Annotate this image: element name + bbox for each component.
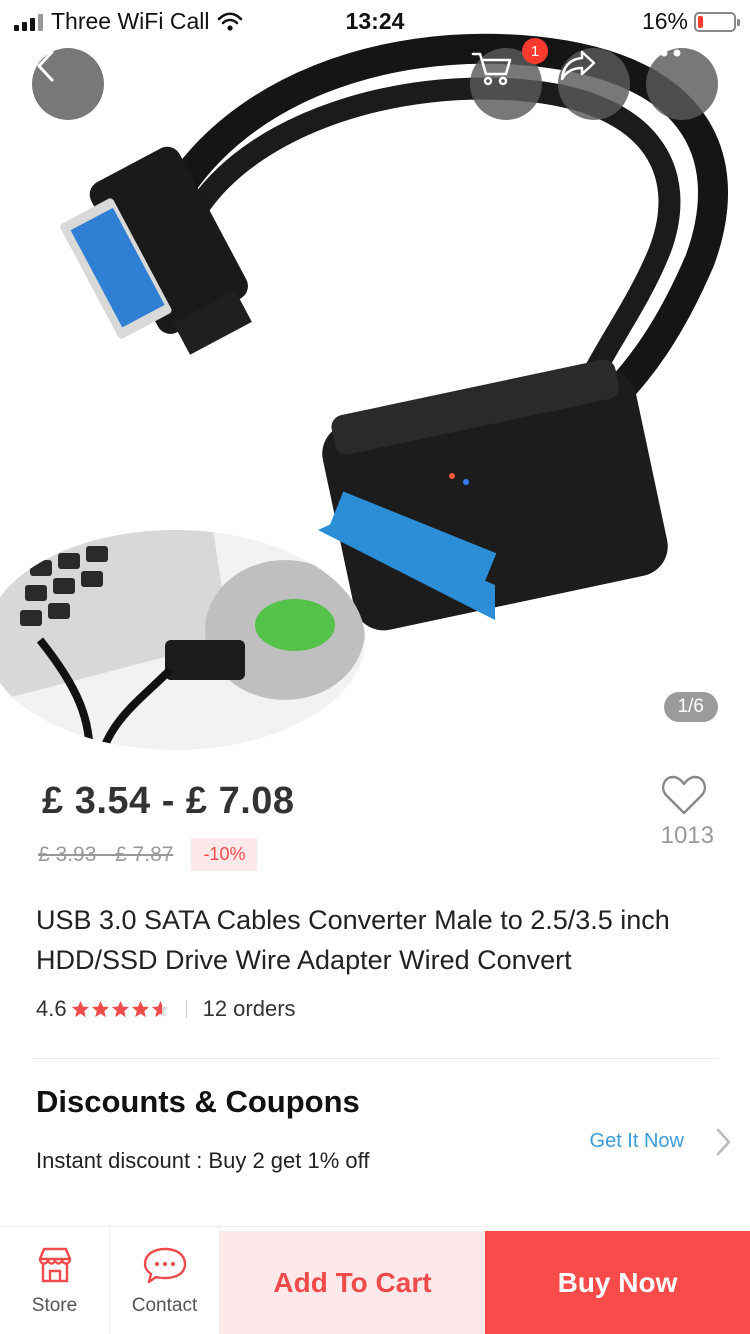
- rating-row[interactable]: 4.6 12 orders: [36, 996, 296, 1022]
- discount-badge: -10%: [191, 838, 258, 871]
- clock: 13:24: [345, 8, 405, 34]
- rating-value: 4.6: [36, 996, 67, 1021]
- back-button[interactable]: [32, 48, 104, 120]
- status-bar: Three WiFi Call 13:24 16%: [0, 0, 750, 40]
- add-to-cart-button[interactable]: Add To Cart: [220, 1231, 485, 1334]
- product-title: USB 3.0 SATA Cables Converter Male to 2.…: [36, 905, 670, 975]
- price-range: £ 3.54 - £ 7.08: [42, 780, 295, 822]
- battery-icon: [694, 11, 740, 32]
- contact-button[interactable]: Contact: [110, 1227, 220, 1334]
- cart-icon: [471, 52, 512, 86]
- orders-count: 12 orders: [202, 996, 296, 1021]
- original-price-row: £ 3.93 - £ 7.87 -10%: [38, 838, 258, 871]
- share-icon: [560, 50, 596, 81]
- cart-badge: 1: [522, 38, 548, 64]
- share-button[interactable]: [558, 48, 630, 120]
- product-image[interactable]: 1 1/6: [0, 0, 750, 752]
- coupons-heading: Discounts & Coupons: [36, 1084, 360, 1119]
- chevron-right-icon[interactable]: [714, 1126, 734, 1158]
- chat-icon: [143, 1247, 186, 1284]
- coupon-text: Instant discount : Buy 2 get 1% off: [36, 1148, 370, 1173]
- divider: [185, 1000, 187, 1018]
- rating-stars: [71, 1000, 170, 1019]
- contact-label: Contact: [131, 1295, 198, 1316]
- get-it-now-link[interactable]: Get It Now: [590, 1130, 684, 1153]
- star-icon: [131, 1000, 149, 1017]
- star-icon: [111, 1000, 129, 1017]
- star-icon: [151, 1000, 169, 1017]
- back-icon: [37, 50, 54, 82]
- section-divider: [32, 1058, 718, 1059]
- product-photo: [0, 33, 728, 750]
- wishlist-count: 1013: [660, 822, 714, 849]
- store-button[interactable]: Store: [0, 1227, 110, 1334]
- star-icon: [91, 1000, 109, 1017]
- store-icon: [38, 1247, 71, 1283]
- original-price: £ 3.93 - £ 7.87: [38, 842, 174, 866]
- star-icon: [71, 1000, 89, 1017]
- battery-percent: 16%: [641, 8, 688, 34]
- bottom-action-bar: Store Contact Add To Cart Buy Now: [0, 1226, 750, 1334]
- more-icon: [647, 49, 681, 57]
- more-button[interactable]: [646, 48, 718, 120]
- store-label: Store: [31, 1295, 78, 1316]
- buy-now-button[interactable]: Buy Now: [485, 1231, 750, 1334]
- cart-button[interactable]: 1: [470, 38, 548, 120]
- image-counter: 1/6: [663, 692, 718, 722]
- heart-icon: [662, 775, 706, 815]
- wishlist-button[interactable]: [654, 774, 714, 821]
